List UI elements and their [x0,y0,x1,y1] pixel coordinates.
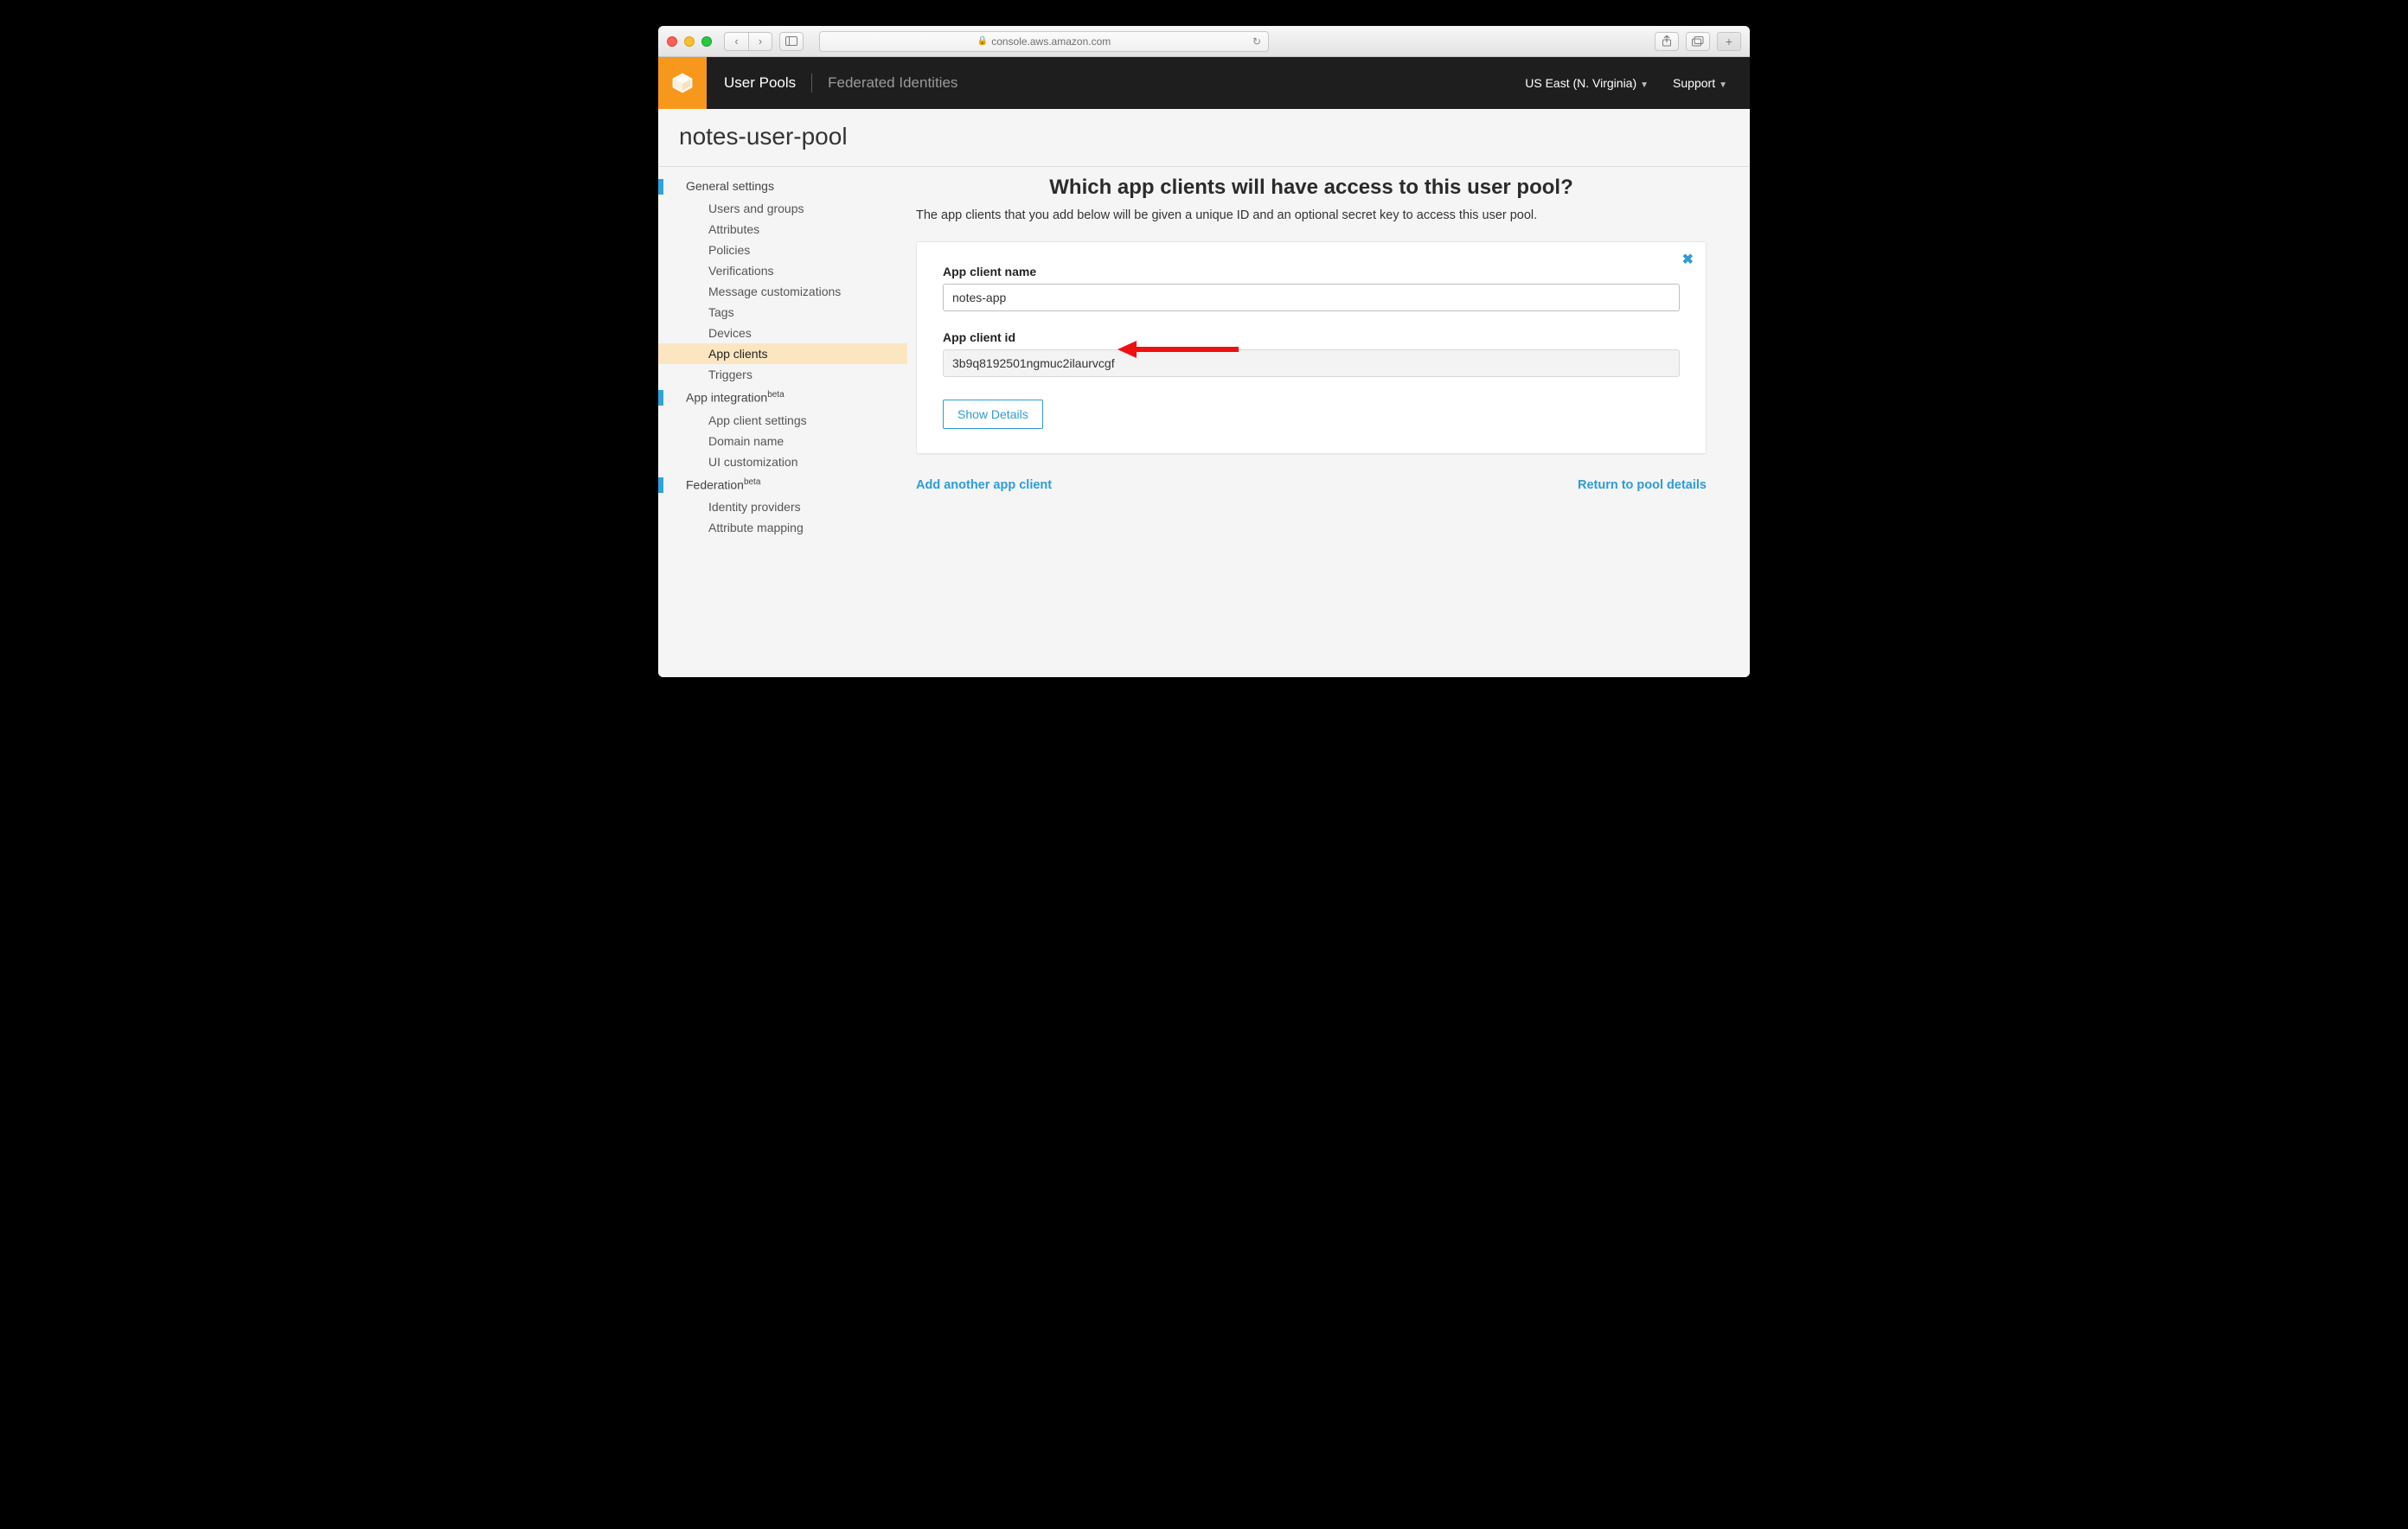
add-app-client-link[interactable]: Add another app client [916,478,1052,492]
support-menu[interactable]: Support ▼ [1673,76,1727,90]
share-button[interactable] [1655,32,1679,51]
new-tab-button[interactable]: + [1717,32,1741,51]
support-label: Support [1673,76,1715,90]
chevron-down-icon: ▼ [1719,80,1727,90]
pool-title: notes-user-pool [658,109,1750,167]
toolbar-right: + [1655,32,1741,51]
sidebar-item-policies[interactable]: Policies [658,240,907,260]
page-subtitle: The app clients that you add below will … [916,208,1707,222]
close-window-button[interactable] [667,36,677,47]
url-host: console.aws.amazon.com [991,35,1111,48]
sidebar-item-message-cust[interactable]: Message customizations [658,281,907,302]
app-client-id-value: 3b9q8192501ngmuc2ilaurvcgf [943,349,1680,377]
sidebar-item-ui-customization[interactable]: UI customization [658,451,907,472]
mac-toolbar: ‹ › 🔒 console.aws.amazon.com ↻ + [658,26,1750,57]
lock-icon: 🔒 [977,36,988,46]
address-bar[interactable]: 🔒 console.aws.amazon.com ↻ [819,31,1269,52]
sidebar-item-triggers[interactable]: Triggers [658,364,907,385]
sidebar-section-label: Federation [686,477,744,491]
sidebar-item-identity-providers[interactable]: Identity providers [658,496,907,517]
header-right: US East (N. Virginia) ▼ Support ▼ [1525,76,1750,90]
sidebar-item-tags[interactable]: Tags [658,302,907,323]
close-icon[interactable]: ✖ [1682,251,1694,268]
cognito-header: User Pools Federated Identities US East … [658,57,1750,109]
page-heading: Which app clients will have access to th… [916,176,1707,200]
sidebar-item-app-clients[interactable]: App clients [658,343,907,364]
nav-buttons: ‹ › [724,32,772,51]
minimize-window-button[interactable] [684,36,695,47]
sidebar-section-app-integration[interactable]: App integrationbeta [658,385,907,410]
actions-row: Add another app client Return to pool de… [916,478,1707,492]
sidebar-item-users-groups[interactable]: Users and groups [658,198,907,219]
sidebar-item-verifications[interactable]: Verifications [658,260,907,281]
tab-user-pools[interactable]: User Pools [724,74,796,92]
sidebar-toggle-button[interactable] [779,32,804,51]
sidebar-item-attribute-mapping[interactable]: Attribute mapping [658,517,907,538]
sidebar: General settings Users and groups Attrib… [658,167,907,677]
sidebar-section-federation[interactable]: Federationbeta [658,472,907,497]
chevron-down-icon: ▼ [1640,80,1649,90]
tabs-button[interactable] [1686,32,1710,51]
app-client-card: ✖ App client name App client id 3b9q8192… [916,241,1707,454]
forward-button[interactable]: › [748,32,772,51]
tab-federated-identities[interactable]: Federated Identities [828,74,957,92]
browser-window: ‹ › 🔒 console.aws.amazon.com ↻ + User Po… [658,26,1750,677]
zoom-window-button[interactable] [701,36,712,47]
sidebar-item-devices[interactable]: Devices [658,323,907,343]
show-details-button[interactable]: Show Details [943,400,1043,429]
app-client-id-label: App client id [943,330,1680,344]
main-content: Which app clients will have access to th… [907,167,1750,677]
beta-badge: beta [744,477,760,487]
return-to-pool-link[interactable]: Return to pool details [1578,478,1707,492]
cognito-logo[interactable] [658,57,707,109]
section-marker [658,477,663,493]
reload-icon[interactable]: ↻ [1252,35,1261,48]
sidebar-item-domain-name[interactable]: Domain name [658,431,907,451]
region-label: US East (N. Virginia) [1525,76,1636,90]
region-selector[interactable]: US East (N. Virginia) ▼ [1525,76,1649,90]
tab-divider [811,74,812,93]
sidebar-item-app-client-settings[interactable]: App client settings [658,410,907,431]
sidebar-item-attributes[interactable]: Attributes [658,219,907,240]
app-client-name-label: App client name [943,265,1680,278]
sidebar-section-general[interactable]: General settings [658,174,907,198]
traffic-lights [667,36,712,47]
back-button[interactable]: ‹ [724,32,748,51]
beta-badge: beta [767,390,784,400]
section-marker [658,390,663,406]
section-marker [658,179,663,195]
sidebar-section-label: App integration [686,391,767,405]
app-client-name-input[interactable] [943,284,1680,311]
sidebar-section-label: General settings [686,179,774,193]
cognito-tabs: User Pools Federated Identities [724,74,957,93]
